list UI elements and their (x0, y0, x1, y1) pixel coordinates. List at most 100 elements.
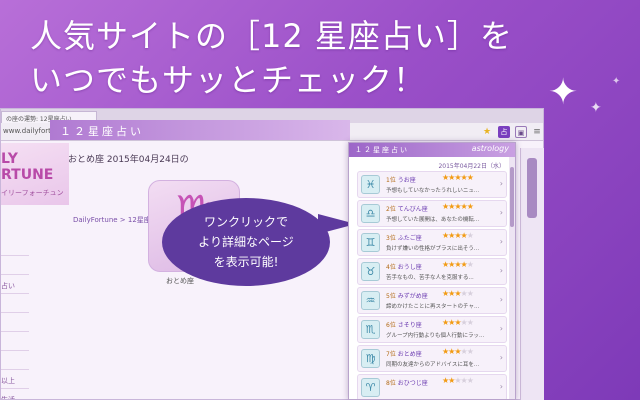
ranking-label: 5位 みずがめ座 (386, 291, 428, 300)
popup-date: 2015年04月22日（水） (438, 163, 505, 170)
zodiac-icon: ♉ (361, 262, 380, 281)
logo-subtitle: イリーフォーチュン (1, 189, 64, 197)
chevron-right-icon: › (499, 324, 503, 333)
extension-icon[interactable]: 占 (498, 126, 510, 138)
popup-brand: astrology (471, 144, 509, 153)
star-rating: ★★★★★ (442, 347, 474, 356)
logo-line-1: LY (1, 151, 18, 167)
headline-line-1: 人気サイトの［12 星座占い］を (30, 17, 513, 55)
sparkle-icon: ✦ (548, 72, 579, 113)
logo-line-2: RTUNE (1, 167, 54, 183)
nav-item[interactable]: 生活 (1, 389, 29, 399)
scroll-thumb[interactable] (527, 158, 537, 218)
menu-icon[interactable]: ≡ (531, 126, 543, 138)
bookmark-star-icon[interactable]: ★ (481, 126, 493, 138)
sign-label: うお座 (397, 177, 416, 184)
nav-item[interactable]: 占い (1, 275, 29, 294)
sign-label: さそり座 (397, 322, 422, 329)
zodiac-icon: ♏ (361, 320, 380, 339)
star-rating: ★★★★★ (442, 173, 474, 182)
extension-icon-2[interactable]: ▣ (515, 126, 527, 138)
sign-caption: おとめ座 (166, 277, 194, 285)
callout-bubble: ワンクリックで より詳細なページ を表示可能! (162, 198, 330, 286)
popup-title: １２星座占い (355, 146, 409, 154)
chevron-right-icon: › (499, 353, 503, 362)
page-scrollbar[interactable] (520, 148, 544, 400)
chevron-right-icon: › (499, 179, 503, 188)
ranking-label: 8位 おひつじ座 (386, 378, 428, 387)
rank-number: 2位 (386, 206, 398, 213)
star-icon: ★ (466, 173, 474, 182)
nav-item[interactable] (1, 332, 29, 351)
nav-item[interactable] (1, 256, 29, 275)
rank-number: 1位 (386, 177, 398, 184)
fortune-message: グループ内行動よりも個人行動にラッ... (386, 333, 485, 339)
left-nav: 占い 以上 生活 (1, 237, 29, 399)
popup-header: １２星座占い astrology (349, 143, 515, 157)
zodiac-icon: ♒ (361, 291, 380, 310)
sign-label: ふたご座 (397, 235, 422, 242)
star-icon: ★ (466, 202, 474, 211)
star-rating: ★★★★★ (442, 318, 474, 327)
ranking-row[interactable]: ♓ 1位 うお座 ★★★★★ 予想もしていなかったうれしいニュ... › (357, 171, 507, 198)
promo-headline: 人気サイトの［12 星座占い］を いつでもサッとチェック！ (30, 14, 590, 102)
fortune-message: 予想もしていなかったうれしいニュ... (386, 188, 480, 194)
fortune-message: 同期の友達からのアドバイスに耳を... (386, 362, 480, 368)
ranking-row[interactable]: ♈ 8位 おひつじ座 ★★★★★ › (357, 374, 507, 399)
rank-number: 4位 (386, 264, 398, 271)
callout-line-2: より詳細なページ (198, 235, 294, 249)
star-rating: ★★★★★ (442, 289, 474, 298)
sign-label: てんびん座 (397, 206, 428, 213)
popup-scrollbar[interactable] (509, 157, 515, 399)
callout-line-3: を表示可能! (213, 255, 279, 269)
popup-scroll-thumb[interactable] (510, 167, 514, 227)
horoscope-popup: １２星座占い astrology 2015年04月22日（水） ♓ 1位 うお座 ★… (348, 142, 516, 400)
chevron-right-icon: › (499, 295, 503, 304)
ranking-label: 3位 ふたご座 (386, 233, 422, 242)
nav-item[interactable] (1, 294, 29, 313)
ranking-row[interactable]: ♍ 7位 おとめ座 ★★★★★ 同期の友達からのアドバイスに耳を... › (357, 345, 507, 372)
ranking-list: ♓ 1位 うお座 ★★★★★ 予想もしていなかったうれしいニュ... › ♎ 2位 てんびん… (349, 171, 515, 399)
fortune-date: おとめ座 2015年04月24日の (68, 155, 189, 165)
rank-number: 6位 (386, 322, 398, 329)
rank-number: 8位 (386, 380, 398, 387)
nav-item[interactable] (1, 313, 29, 332)
site-logo[interactable]: LY RTUNE イリーフォーチュン (1, 143, 69, 205)
ranking-row[interactable]: ♒ 5位 みずがめ座 ★★★★★ 諦めかけたことに再スタートのチャ... › (357, 287, 507, 314)
fortune-message: 苦手なもの、苦手な人を克服する... (386, 275, 474, 281)
ranking-row[interactable]: ♏ 6位 さそり座 ★★★★★ グループ内行動よりも個人行動にラッ... › (357, 316, 507, 343)
star-icon: ★ (466, 376, 474, 385)
star-rating: ★★★★★ (442, 376, 474, 385)
sparkle-icon: ✦ (612, 76, 621, 87)
chevron-right-icon: › (499, 382, 503, 391)
chevron-right-icon: › (499, 208, 503, 217)
nav-item[interactable]: 以上 (1, 370, 29, 389)
star-rating: ★★★★★ (442, 260, 474, 269)
ranking-label: 4位 おうし座 (386, 262, 422, 271)
star-icon: ★ (466, 260, 474, 269)
sign-label: おうし座 (397, 264, 422, 271)
callout-line-1: ワンクリックで (203, 215, 288, 229)
rank-number: 5位 (386, 293, 398, 300)
zodiac-icon: ♓ (361, 175, 380, 194)
fortune-message: 諦めかけたことに再スタートのチャ... (386, 304, 480, 310)
nav-item[interactable] (1, 237, 29, 256)
ranking-label: 1位 うお座 (386, 175, 416, 184)
rank-number: 3位 (386, 235, 398, 242)
section-title: １２星座占い (50, 120, 350, 140)
ranking-row[interactable]: ♊ 3位 ふたご座 ★★★★★ 負けず嫌いの性格がプラスに出そう... › (357, 229, 507, 256)
star-icon: ★ (466, 318, 474, 327)
sparkle-icon: ✦ (590, 100, 602, 116)
sign-label: おとめ座 (397, 351, 422, 358)
star-icon: ★ (466, 231, 474, 240)
ranking-label: 2位 てんびん座 (386, 204, 428, 213)
ranking-row[interactable]: ♎ 2位 てんびん座 ★★★★★ 予想していた展開は、あなたの機転... › (357, 200, 507, 227)
nav-item[interactable] (1, 351, 29, 370)
star-icon: ★ (466, 289, 474, 298)
fortune-message: 予想していた展開は、あなたの機転... (386, 217, 480, 223)
star-rating: ★★★★★ (442, 231, 474, 240)
sign-label: みずがめ座 (397, 293, 428, 300)
zodiac-icon: ♎ (361, 204, 380, 223)
ranking-row[interactable]: ♉ 4位 おうし座 ★★★★★ 苦手なもの、苦手な人を克服する... › (357, 258, 507, 285)
star-icon: ★ (466, 347, 474, 356)
